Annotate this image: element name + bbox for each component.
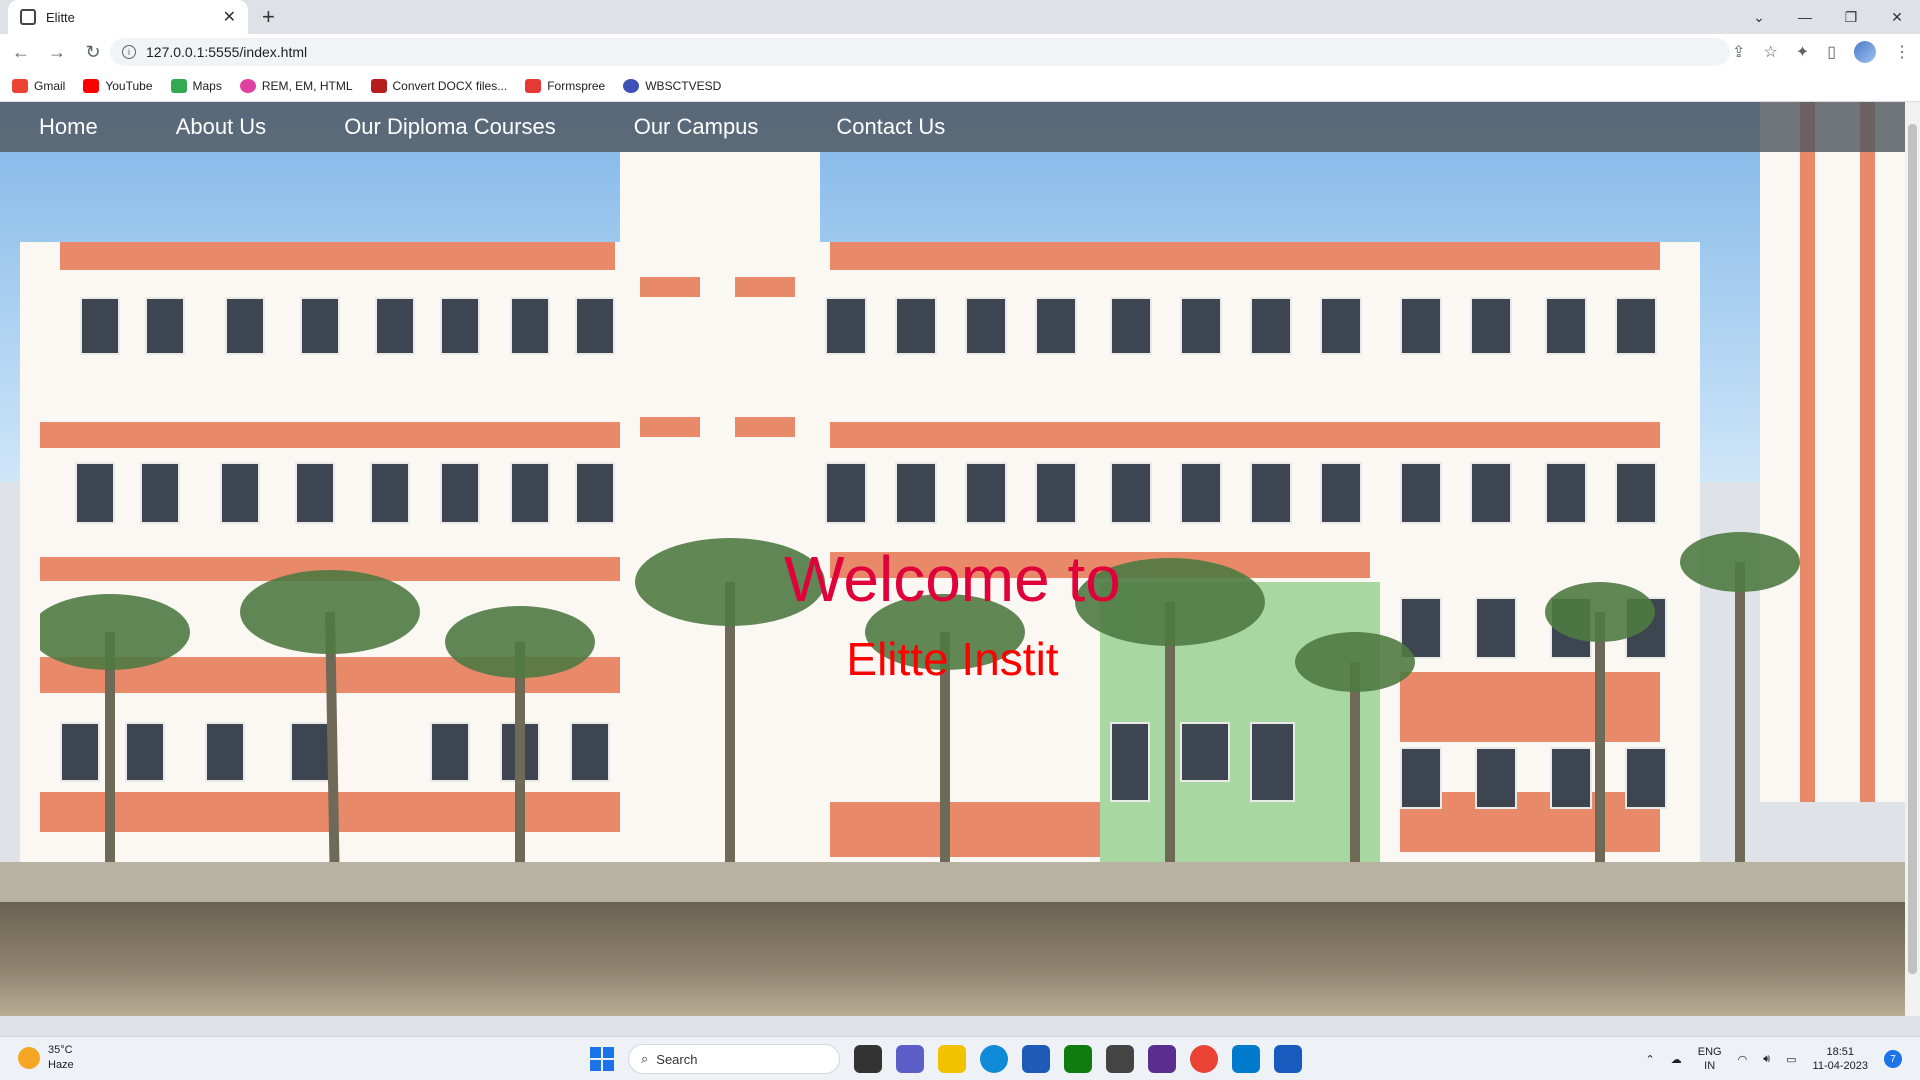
menu-icon[interactable]: ⋮: [1894, 42, 1910, 62]
pdf-icon: [370, 78, 387, 93]
word-icon[interactable]: [1274, 1045, 1302, 1073]
system-tray: ⌃ ☁ ENG IN ◠ 🔊︎ ▭ 18:51 11-04-2023 7: [1646, 1043, 1902, 1075]
profile-avatar[interactable]: [1854, 41, 1876, 63]
bookmark-gmail[interactable]: Gmail: [12, 78, 65, 93]
restore-icon[interactable]: ❐: [1828, 0, 1874, 34]
weather-temperature: 35°C: [48, 1044, 73, 1056]
extensions-icon[interactable]: ✦: [1796, 42, 1809, 62]
taskbar: 35°C Haze ⌕ Search ⌃ ☁ ENG IN ◠ 🔊︎ ▭ 18:…: [0, 1036, 1920, 1080]
chrome-icon[interactable]: [1190, 1045, 1218, 1073]
site-info-icon[interactable]: i: [122, 45, 136, 59]
bookmark-rem[interactable]: REM, EM, HTML: [239, 78, 353, 93]
volume-icon[interactable]: 🔊︎: [1763, 1053, 1770, 1066]
address-bar[interactable]: i 127.0.0.1:5555/index.html: [110, 38, 1730, 66]
search-icon: ⌕: [641, 1051, 649, 1066]
tab-title: Elitte: [46, 9, 75, 25]
nav-about-us[interactable]: About Us: [176, 114, 267, 140]
page-viewport: Home About Us Our Diploma Courses Our Ca…: [0, 102, 1905, 1016]
edge-icon[interactable]: [980, 1045, 1008, 1073]
url-text: 127.0.0.1:5555/index.html: [146, 44, 308, 60]
taskbar-search[interactable]: ⌕ Search: [628, 1044, 840, 1074]
nav-diploma-courses[interactable]: Our Diploma Courses: [344, 114, 556, 140]
gmail-icon: [12, 78, 28, 93]
main-nav: Home About Us Our Diploma Courses Our Ca…: [0, 102, 1905, 152]
ide-icon[interactable]: [1148, 1045, 1176, 1073]
nav-our-campus[interactable]: Our Campus: [634, 114, 759, 140]
nav-contact-us[interactable]: Contact Us: [836, 114, 945, 140]
tab-favicon-icon: [20, 9, 36, 25]
xbox-icon[interactable]: [1064, 1045, 1092, 1073]
browser-toolbar: ← → ↻ i 127.0.0.1:5555/index.html ⇪ ☆ ✦ …: [0, 34, 1920, 70]
close-window-icon[interactable]: ✕: [1874, 0, 1920, 34]
tab-strip: Elitte ✕ + ⌄ — ❐ ✕: [0, 0, 1920, 34]
bookmarks-bar: Gmail YouTube Maps REM, EM, HTML Convert…: [0, 70, 1920, 102]
sun-icon: [18, 1047, 40, 1069]
hero-institute-name: Elitte Instit: [846, 633, 1059, 685]
bookmark-wbsctvesd[interactable]: WBSCTVESD: [623, 78, 721, 93]
store-icon[interactable]: [1022, 1045, 1050, 1073]
browser-tab[interactable]: Elitte ✕: [8, 0, 248, 34]
back-icon[interactable]: ←: [6, 42, 36, 63]
bookmark-formspree[interactable]: Formspree: [525, 78, 605, 93]
side-panel-icon[interactable]: ▯: [1827, 42, 1836, 62]
app-icon[interactable]: [1106, 1045, 1134, 1073]
rem-icon: [239, 78, 256, 93]
start-icon[interactable]: [590, 1047, 614, 1071]
minimize-icon[interactable]: —: [1782, 0, 1828, 34]
show-hidden-icon[interactable]: ⌃: [1646, 1053, 1655, 1066]
weather-condition: Haze: [48, 1059, 74, 1071]
tab-close-icon[interactable]: ✕: [223, 7, 236, 27]
share-icon[interactable]: ⇪: [1732, 42, 1745, 62]
bookmark-convert-docx[interactable]: Convert DOCX files...: [370, 78, 507, 93]
onedrive-icon[interactable]: ☁: [1671, 1053, 1682, 1066]
hero-welcome: Welcome to: [784, 543, 1121, 615]
wifi-icon[interactable]: ◠: [1738, 1053, 1748, 1066]
task-view-icon[interactable]: [854, 1045, 882, 1073]
weather-widget[interactable]: 35°C Haze: [18, 1043, 74, 1073]
reload-icon[interactable]: ↻: [78, 42, 108, 63]
youtube-icon: [83, 78, 100, 93]
wbsctvesd-icon: [623, 78, 640, 93]
search-label: Search: [656, 1051, 698, 1067]
bookmark-youtube[interactable]: YouTube: [83, 78, 153, 93]
battery-icon[interactable]: ▭: [1786, 1053, 1796, 1066]
file-explorer-icon[interactable]: [938, 1045, 966, 1073]
forward-icon[interactable]: →: [42, 42, 72, 63]
bookmark-star-icon[interactable]: ☆: [1763, 42, 1777, 62]
nav-home[interactable]: Home: [39, 114, 98, 140]
teams-icon[interactable]: [896, 1045, 924, 1073]
formspree-icon: [525, 78, 542, 93]
bookmark-maps[interactable]: Maps: [170, 78, 222, 93]
scrollbar-thumb[interactable]: [1908, 124, 1917, 974]
new-tab-icon[interactable]: +: [262, 4, 275, 30]
page-scrollbar[interactable]: [1905, 102, 1920, 1016]
clock[interactable]: 18:51 11-04-2023: [1813, 1045, 1868, 1073]
language-indicator[interactable]: ENG IN: [1698, 1045, 1722, 1073]
vscode-icon[interactable]: [1232, 1045, 1260, 1073]
maps-icon: [170, 78, 187, 93]
tab-search-icon[interactable]: ⌄: [1736, 0, 1782, 34]
notification-badge[interactable]: 7: [1884, 1050, 1902, 1068]
